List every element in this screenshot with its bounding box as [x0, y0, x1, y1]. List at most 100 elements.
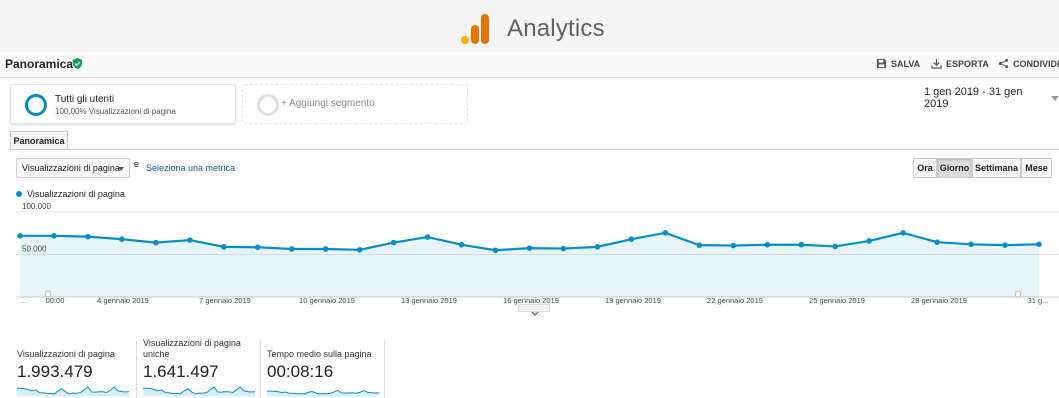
legend-dot-icon — [16, 191, 22, 197]
download-icon — [931, 58, 942, 69]
data-point — [628, 236, 635, 242]
segment-all-users[interactable]: Tutti gli utenti 100,00% Visualizzazioni… — [10, 84, 236, 124]
brand-name: Analytics — [507, 15, 605, 42]
share-button[interactable]: CONDIVIDI — [998, 58, 1059, 69]
x-tick-label: 13 gennaio 2019 — [401, 296, 457, 305]
granularity-month-button[interactable]: Mese — [1021, 158, 1052, 178]
metric-dropdown[interactable]: Visualizzazioni di pagina — [16, 158, 130, 178]
data-point — [730, 242, 737, 249]
data-point — [798, 241, 805, 248]
x-tick-label: 10 gennaio 2019 — [299, 296, 355, 305]
chart-legend: Visualizzazioni di pagina — [16, 189, 125, 199]
tab-overview[interactable]: Panoramica — [10, 131, 68, 150]
brand-bar: Analytics — [0, 0, 1059, 52]
x-tick-label: 00:00 — [46, 296, 65, 305]
data-point — [254, 244, 261, 251]
data-point — [832, 243, 838, 250]
add-segment-button[interactable]: + Aggiungi segmento — [242, 84, 468, 124]
data-point — [17, 233, 23, 239]
sparkline — [143, 386, 255, 396]
scorecard-value: 1.641.497 — [143, 362, 219, 381]
save-button[interactable]: SALVA — [876, 58, 920, 69]
scorecard-unique-pageviews[interactable]: Visualizzazioni di pagina uniche 1.641.4… — [143, 336, 265, 398]
y-tick-label: 100.000 — [22, 202, 51, 211]
save-label: SALVA — [891, 58, 921, 69]
x-tick-label: 28 gennaio 2019 — [911, 296, 967, 305]
scorecard-label: Tempo medio sulla pagina — [267, 349, 372, 359]
page-title: Panoramica — [5, 57, 74, 71]
granularity-week-button[interactable]: Settimana — [972, 158, 1021, 178]
x-tick-label: 4 gennaio 2019 — [97, 296, 149, 305]
legend-series-label: Visualizzazioni di pagina — [27, 189, 125, 199]
scorecard-pageviews[interactable]: Visualizzazioni di pagina 1.993.479 — [17, 336, 139, 398]
data-point — [153, 239, 159, 246]
x-tick-label: 7 gennaio 2019 — [199, 296, 251, 305]
data-point — [119, 236, 125, 242]
data-point — [1002, 242, 1008, 248]
segment-name: Tutti gli utenti — [55, 94, 115, 105]
x-tick-label: 31 g... — [1028, 296, 1049, 305]
chart-scroll-handle[interactable] — [518, 304, 550, 316]
export-button[interactable]: ESPORTA — [931, 58, 989, 69]
add-segment-label: + Aggiungi segmento — [281, 98, 375, 109]
data-point — [866, 238, 872, 244]
scorecard-avg-time-on-page[interactable]: Tempo medio sulla pagina 00:08:16 — [267, 336, 389, 398]
data-point — [390, 239, 397, 246]
dropdown-arrow-icon — [118, 167, 124, 171]
sparkline — [267, 389, 379, 396]
date-range-picker[interactable]: 1 gen 2019 - 31 gen 2019 — [924, 86, 1059, 110]
data-point — [560, 245, 567, 252]
metric-dropdown-value: Visualizzazioni di pagina — [22, 163, 120, 173]
segment-ring-icon — [25, 94, 47, 116]
scorecard-divider — [384, 340, 385, 398]
export-label: ESPORTA — [946, 58, 989, 69]
x-tick-label: 19 gennaio 2019 — [605, 296, 661, 305]
data-point — [492, 247, 499, 254]
data-point — [221, 244, 227, 250]
chevron-down-icon — [1051, 95, 1059, 101]
data-point — [85, 233, 91, 240]
data-point — [764, 241, 771, 248]
data-point — [900, 230, 906, 236]
data-point — [187, 237, 193, 243]
data-point — [288, 246, 295, 252]
metric-and-text: e — [134, 159, 140, 169]
data-point — [968, 241, 974, 248]
data-point — [424, 234, 431, 240]
report-header: Panoramica SALVA ESPORTA CONDIVIDI — [0, 52, 1059, 78]
share-label: CONDIVIDI — [1013, 58, 1059, 69]
data-point — [356, 247, 363, 253]
scorecard-value: 1.993.479 — [17, 362, 93, 381]
sparkline — [17, 386, 129, 396]
save-icon — [876, 58, 887, 69]
x-tick-label: 22 gennaio 2019 — [707, 296, 763, 305]
scorecard-value: 00:08:16 — [267, 362, 334, 381]
scorecard-label: Visualizzazioni di pagina — [17, 349, 115, 359]
granularity-day-button[interactable]: Giorno — [937, 158, 972, 178]
scorecard-label: Visualizzazioni di pagina uniche — [143, 338, 241, 359]
data-point — [458, 241, 465, 248]
series-area — [20, 232, 1039, 297]
data-point — [51, 233, 57, 239]
data-point — [662, 230, 669, 236]
data-point — [696, 242, 703, 248]
data-point — [594, 244, 601, 250]
verified-shield-icon — [72, 58, 83, 69]
analytics-logo-icon — [461, 14, 489, 44]
chevron-down-icon — [531, 311, 539, 316]
data-point — [1036, 241, 1042, 248]
scorecard-divider — [260, 340, 261, 398]
granularity-hour-button[interactable]: Ora — [913, 158, 937, 178]
tab-divider — [10, 149, 1059, 150]
x-tick-label: ... — [20, 296, 26, 305]
x-tick-label: 25 gennaio 2019 — [809, 296, 865, 305]
share-icon — [998, 58, 1009, 69]
pageviews-line-chart[interactable]: 100.00050.000... 00:00 4 gennaio 2019 7 gen… — [0, 200, 1059, 315]
segment-share: 100,00% Visualizzazioni di pagina — [55, 107, 176, 116]
range-handle — [1014, 290, 1022, 298]
select-metric-link[interactable]: Seleziona una metrica — [146, 163, 235, 173]
data-point — [934, 239, 940, 245]
empty-segment-ring-icon — [257, 94, 279, 116]
data-point — [526, 245, 533, 251]
scorecard-divider — [136, 340, 137, 398]
